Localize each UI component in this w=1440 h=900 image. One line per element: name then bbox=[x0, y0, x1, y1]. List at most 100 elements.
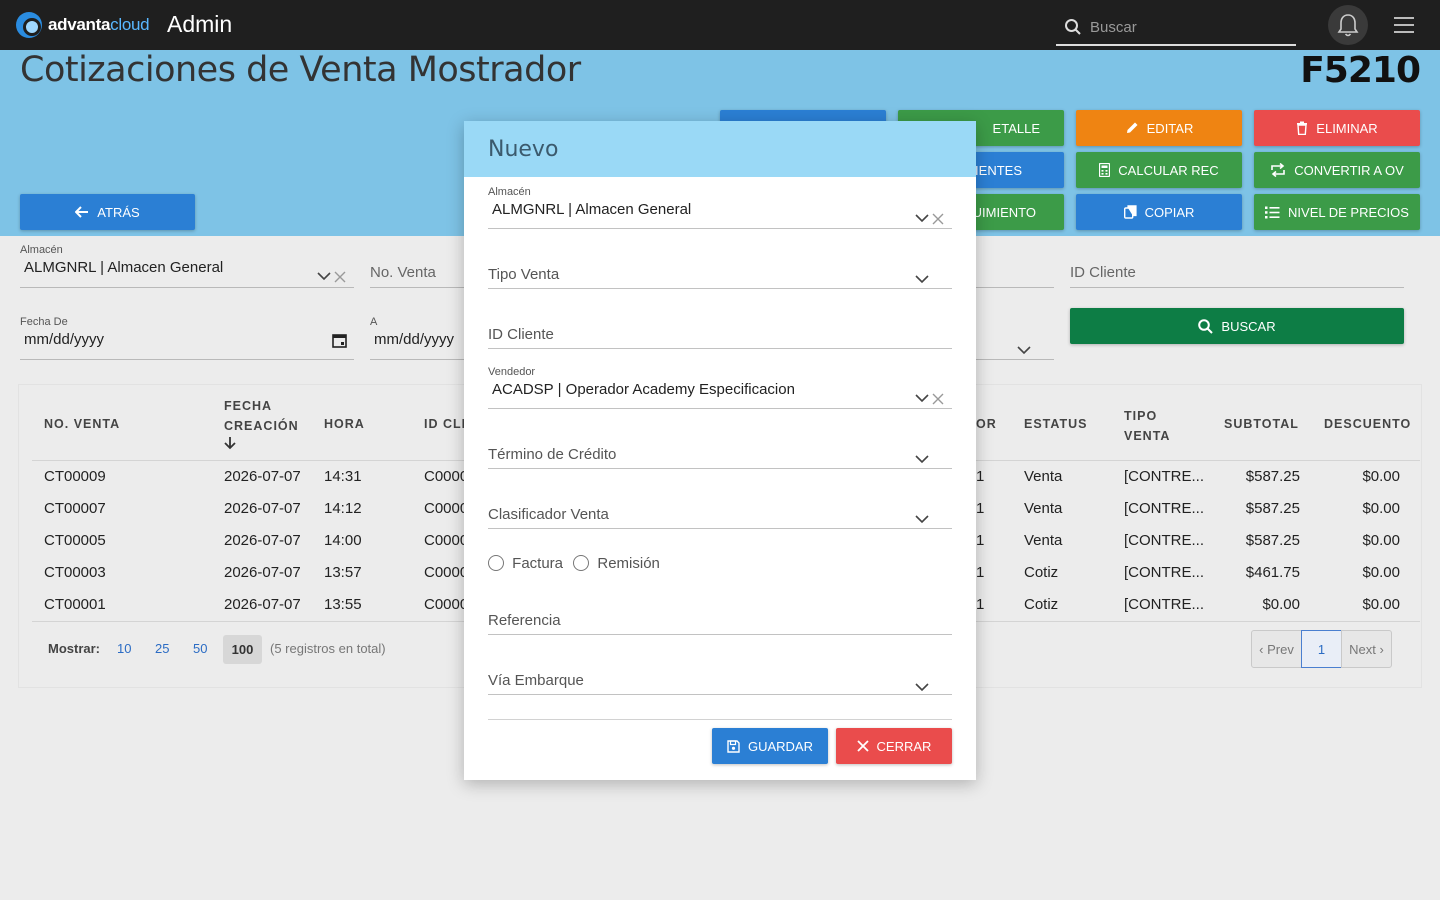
col-header-fecha-creacion[interactable]: FECHA CREACIÓN bbox=[224, 396, 299, 456]
list-ordered-icon bbox=[1265, 206, 1280, 218]
cell-estatus: Cotiz bbox=[1024, 596, 1059, 613]
cell-tipo: [CONTRE... bbox=[1124, 500, 1205, 517]
almacen-filter[interactable]: Almacén ALMGNRL | Almacen General bbox=[20, 244, 354, 288]
global-search[interactable] bbox=[1056, 10, 1296, 46]
calcular-rec-button[interactable]: CALCULAR REC bbox=[1076, 152, 1242, 188]
id-cliente-filter[interactable]: ID Cliente bbox=[1070, 264, 1404, 288]
top-bar: advantacloud Admin bbox=[0, 0, 1440, 50]
search-input[interactable] bbox=[1090, 18, 1290, 36]
chevron-down-icon bbox=[915, 683, 929, 692]
sort-arrow-down-icon bbox=[224, 437, 236, 450]
modal-id-cliente-input[interactable]: ID Cliente bbox=[488, 326, 952, 349]
trash-icon bbox=[1297, 121, 1308, 135]
radio-factura[interactable] bbox=[488, 555, 504, 572]
page-size-100[interactable]: 100 bbox=[223, 635, 262, 664]
cell-fecha: 2026-07-07 bbox=[224, 500, 301, 517]
next-page-button[interactable]: Next › bbox=[1341, 630, 1392, 668]
col-header-no-venta[interactable]: NO. VENTA bbox=[44, 414, 120, 434]
cell-estatus: Venta bbox=[1024, 468, 1063, 485]
page-size-50[interactable]: 50 bbox=[193, 641, 207, 656]
arrow-left-icon bbox=[75, 206, 89, 218]
fecha-de-filter[interactable]: Fecha De mm/dd/yyyy bbox=[20, 316, 354, 360]
logo-text: advantacloud bbox=[48, 15, 150, 34]
mostrar-label: Mostrar: bbox=[48, 641, 101, 656]
no-venta-filter[interactable]: No. Venta bbox=[370, 264, 464, 288]
cell-descuento: $0.00 bbox=[1362, 532, 1400, 549]
cell-vendedor: 1 bbox=[976, 596, 985, 613]
prev-page-button[interactable]: ‹ Prev bbox=[1251, 630, 1302, 668]
filter-partial-field[interactable] bbox=[976, 264, 1054, 288]
modal-via-embarque-select[interactable]: Vía Embarque bbox=[488, 672, 952, 695]
cell-no-venta: CT00009 bbox=[44, 468, 106, 485]
clear-icon[interactable] bbox=[334, 271, 346, 283]
cell-tipo: [CONTRE... bbox=[1124, 468, 1205, 485]
calendar-icon[interactable] bbox=[332, 333, 347, 348]
chevron-down-icon bbox=[915, 455, 929, 464]
cell-cliente: C0000 bbox=[424, 500, 469, 517]
cell-tipo: [CONTRE... bbox=[1124, 564, 1205, 581]
save-icon bbox=[727, 739, 740, 753]
col-header-descuento[interactable]: DESCUENTO bbox=[1324, 414, 1411, 434]
cell-fecha: 2026-07-07 bbox=[224, 564, 301, 581]
close-icon bbox=[856, 740, 869, 752]
page-1-button[interactable]: 1 bbox=[1301, 630, 1342, 668]
modal-vendedor-select[interactable]: Vendedor ACADSP | Operador Academy Espec… bbox=[488, 366, 952, 409]
cell-vendedor: 1 bbox=[976, 532, 985, 549]
search-icon bbox=[1065, 19, 1081, 35]
cell-fecha: 2026-07-07 bbox=[224, 596, 301, 613]
copiar-button[interactable]: COPIAR bbox=[1076, 194, 1242, 230]
modal-almacen-select[interactable]: Almacén ALMGNRL | Almacen General bbox=[488, 186, 952, 229]
col-header-estatus[interactable]: ESTATUS bbox=[1024, 414, 1087, 434]
page-size-10[interactable]: 10 bbox=[117, 641, 131, 656]
radio-remision[interactable] bbox=[573, 555, 590, 572]
cell-subtotal: $461.75 bbox=[1245, 564, 1300, 581]
cell-cliente: C0000 bbox=[424, 564, 469, 581]
copy-icon bbox=[1123, 205, 1137, 219]
modal-referencia-input[interactable]: Referencia bbox=[488, 612, 952, 635]
modal-footer-divider bbox=[488, 719, 952, 720]
cell-descuento: $0.00 bbox=[1362, 468, 1400, 485]
modal-tipo-venta-select[interactable]: Tipo Venta bbox=[488, 266, 952, 289]
hamburger-menu-icon[interactable] bbox=[1394, 16, 1414, 34]
modal-title: Nuevo bbox=[464, 121, 976, 177]
buscar-button[interactable]: BUSCAR bbox=[1070, 308, 1404, 344]
cell-fecha: 2026-07-07 bbox=[224, 532, 301, 549]
cerrar-button[interactable]: CERRAR bbox=[836, 728, 952, 764]
editar-button[interactable]: EDITAR bbox=[1076, 110, 1242, 146]
col-header-hora[interactable]: HORA bbox=[324, 414, 365, 434]
convertir-ov-button[interactable]: CONVERTIR A OV bbox=[1254, 152, 1420, 188]
filter-partial-select[interactable] bbox=[976, 336, 1054, 360]
clear-icon[interactable] bbox=[932, 213, 944, 225]
cell-descuento: $0.00 bbox=[1362, 596, 1400, 613]
cell-vendedor: 1 bbox=[976, 500, 985, 517]
notifications-button[interactable] bbox=[1328, 5, 1368, 45]
search-icon bbox=[1198, 318, 1214, 334]
cell-fecha: 2026-07-07 bbox=[224, 468, 301, 485]
modal-document-type: Factura Remisión bbox=[488, 554, 660, 572]
cell-descuento: $0.00 bbox=[1362, 500, 1400, 517]
col-header-tipo-venta[interactable]: TIPO VENTA bbox=[1124, 406, 1170, 446]
modal-clasificador-select[interactable]: Clasificador Venta bbox=[488, 506, 952, 529]
cell-cliente: C0000 bbox=[424, 532, 469, 549]
page-code: F5210 bbox=[1300, 50, 1421, 91]
back-button[interactable]: ATRÁS bbox=[20, 194, 195, 230]
chevron-down-icon bbox=[915, 394, 929, 403]
chevron-down-icon bbox=[1017, 346, 1031, 355]
logo[interactable]: advantacloud bbox=[16, 12, 150, 38]
pencil-icon bbox=[1126, 122, 1138, 133]
cell-subtotal: $587.25 bbox=[1245, 532, 1300, 549]
chevron-down-icon bbox=[317, 272, 331, 281]
logo-mark-icon bbox=[16, 12, 42, 38]
fecha-a-filter[interactable]: A mm/dd/yyyy bbox=[370, 316, 464, 360]
col-header-subtotal[interactable]: SUBTOTAL bbox=[1224, 414, 1299, 434]
col-header-id-cliente[interactable]: ID CLI bbox=[424, 414, 466, 434]
eliminar-button[interactable]: ELIMINAR bbox=[1254, 110, 1420, 146]
page-size-25[interactable]: 25 bbox=[155, 641, 169, 656]
col-header-vendedor[interactable]: OR bbox=[976, 414, 997, 434]
clear-icon[interactable] bbox=[932, 393, 944, 405]
cell-tipo: [CONTRE... bbox=[1124, 596, 1205, 613]
modal-termino-credito-select[interactable]: Término de Crédito bbox=[488, 446, 952, 469]
cell-subtotal: $587.25 bbox=[1245, 500, 1300, 517]
guardar-button[interactable]: GUARDAR bbox=[712, 728, 828, 764]
nivel-precios-button[interactable]: NIVEL DE PRECIOS bbox=[1254, 194, 1420, 230]
